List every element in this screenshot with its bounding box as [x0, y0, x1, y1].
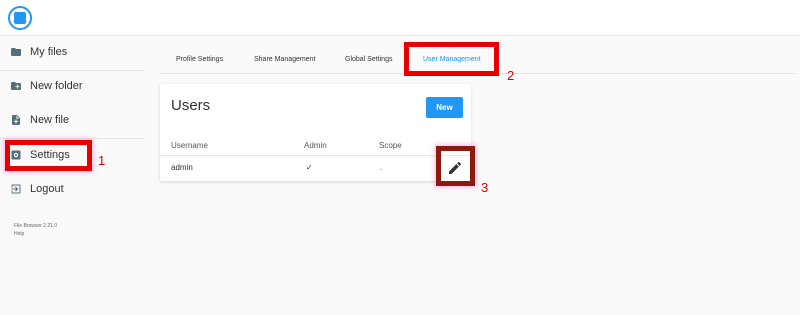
- new-user-button[interactable]: New: [426, 97, 463, 118]
- sidebar-divider: [0, 70, 145, 71]
- sidebar-item-label: Logout: [30, 183, 64, 195]
- version-text: File Browser 2.21.0: [14, 223, 58, 229]
- file-browser-logo-icon[interactable]: [8, 6, 32, 30]
- logo-mark: [14, 12, 26, 24]
- users-card: Users New Username Admin Scope admin ✓ .: [160, 84, 471, 181]
- sidebar-item-label: New folder: [30, 80, 83, 92]
- sidebar-divider: [0, 138, 145, 139]
- help-link[interactable]: Help: [14, 231, 24, 237]
- cell-username: admin: [171, 163, 193, 172]
- tab-share-management[interactable]: Share Management: [254, 44, 315, 74]
- exit-to-app-icon: [11, 184, 21, 194]
- column-header-username: Username: [171, 141, 208, 150]
- sidebar-item-new-file[interactable]: New file: [10, 110, 69, 130]
- highlight-settings-box: [5, 140, 92, 171]
- annotation-number-1: 1: [98, 153, 106, 168]
- tab-profile-settings[interactable]: Profile Settings: [176, 44, 223, 74]
- sidebar-item-my-files[interactable]: My files: [10, 42, 67, 62]
- sidebar-item-label: My files: [30, 46, 68, 58]
- highlight-user-management-box: [404, 42, 499, 76]
- folder-icon: [11, 48, 21, 56]
- annotation-number-2: 2: [507, 68, 515, 83]
- table-divider: [160, 155, 471, 156]
- annotation-number-3: 3: [481, 180, 489, 195]
- cell-scope: .: [380, 163, 383, 172]
- tab-global-settings[interactable]: Global Settings: [345, 44, 392, 74]
- admin-check-icon: ✓: [306, 163, 313, 172]
- note-add-icon: [12, 115, 20, 125]
- column-header-admin: Admin: [304, 141, 327, 150]
- users-title: Users: [171, 97, 211, 114]
- sidebar-item-label: New file: [30, 114, 70, 126]
- top-bar: [0, 0, 800, 36]
- create-new-folder-icon: [11, 82, 21, 90]
- column-header-scope: Scope: [379, 141, 402, 150]
- sidebar-item-logout[interactable]: Logout: [10, 179, 64, 199]
- highlight-edit-box: [436, 146, 475, 186]
- sidebar: My files New folder New file Settings Lo…: [0, 36, 150, 315]
- sidebar-item-new-folder[interactable]: New folder: [10, 76, 83, 96]
